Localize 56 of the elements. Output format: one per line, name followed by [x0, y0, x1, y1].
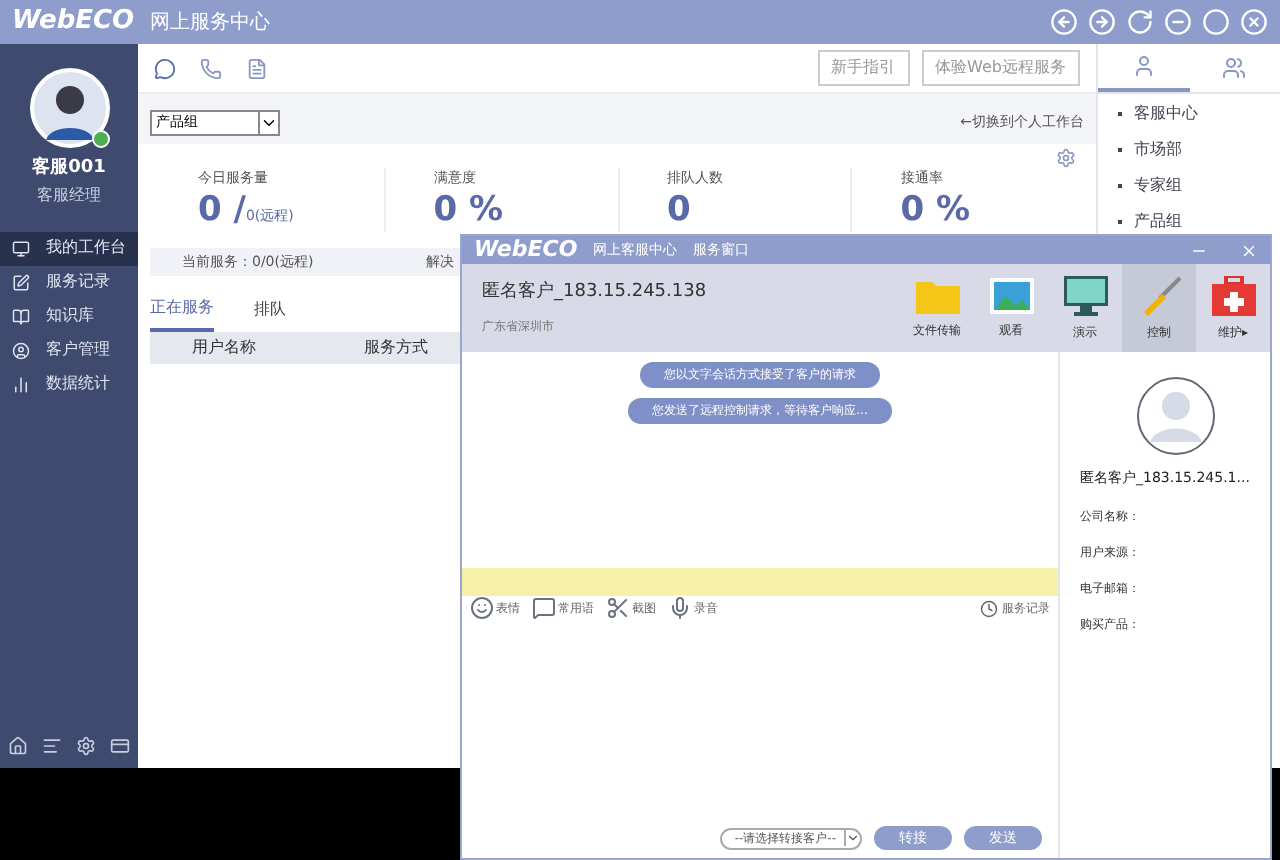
landscape-icon [989, 277, 1033, 313]
nav-icon [12, 273, 30, 291]
speech-bubble-icon [532, 596, 556, 620]
settings-icon[interactable] [1056, 148, 1076, 168]
phone-icon[interactable] [200, 57, 222, 79]
home-icon[interactable] [7, 736, 28, 756]
close-icon[interactable] [1240, 241, 1258, 259]
maximize-icon[interactable] [1202, 8, 1230, 36]
back-icon[interactable] [1050, 8, 1078, 36]
people-icon [1222, 56, 1247, 80]
person-icon [1131, 54, 1156, 78]
close-icon[interactable] [1240, 8, 1268, 36]
nav-item[interactable]: 客户管理 [0, 333, 138, 367]
app-title: 网上服务中心 [150, 9, 271, 37]
card-icon[interactable] [110, 736, 131, 756]
chat-icon[interactable] [154, 57, 176, 79]
monitor-icon [1063, 275, 1107, 315]
dropdown-icon [258, 112, 278, 134]
stat-value: 0 [667, 189, 691, 232]
nav-icon [12, 375, 30, 393]
stat-value: 0 / [198, 189, 246, 232]
logo: WebECO [474, 233, 578, 266]
nav-icon [12, 239, 30, 257]
customer-name: 匿名客户_183.15.245.138 [482, 279, 707, 306]
clock-icon [980, 599, 998, 617]
nav-item[interactable]: 数据统计 [0, 367, 138, 401]
smiley-icon [470, 596, 494, 620]
column-header: 服务方式 [364, 335, 428, 360]
nav-item[interactable]: 知识库 [0, 299, 138, 333]
refresh-icon[interactable] [1126, 8, 1154, 36]
group-item[interactable]: 产品组 [1134, 212, 1182, 232]
column-header: 用户名称 [190, 335, 258, 360]
document-icon[interactable] [246, 57, 268, 79]
nav-icon [12, 341, 30, 359]
user-name: 客服001 [32, 156, 106, 182]
minimize-icon[interactable] [1164, 8, 1192, 36]
stat-value: 0 % [900, 189, 971, 232]
user-role: 客服经理 [37, 183, 101, 207]
nav-item[interactable]: 服务记录 [0, 265, 138, 299]
group-item[interactable]: 市场部 [1134, 140, 1182, 160]
forward-icon[interactable] [1088, 8, 1116, 36]
stat-value: 0 % [433, 189, 504, 232]
group-item[interactable]: 专家组 [1134, 176, 1182, 196]
avatar [1135, 376, 1215, 456]
nav-item[interactable]: 我的工作台 [0, 231, 138, 265]
nav-icon [12, 307, 30, 325]
tab[interactable]: 排队 [254, 295, 286, 332]
avatar [29, 68, 109, 148]
logo: WebECO [12, 4, 135, 41]
list-icon[interactable] [41, 736, 62, 756]
microphone-icon [668, 596, 692, 620]
first-aid-icon [1211, 275, 1255, 315]
settings-icon[interactable] [76, 736, 97, 756]
scissors-icon [606, 596, 630, 620]
group-item[interactable]: 客服中心 [1134, 104, 1198, 124]
dropdown-icon [844, 830, 860, 846]
